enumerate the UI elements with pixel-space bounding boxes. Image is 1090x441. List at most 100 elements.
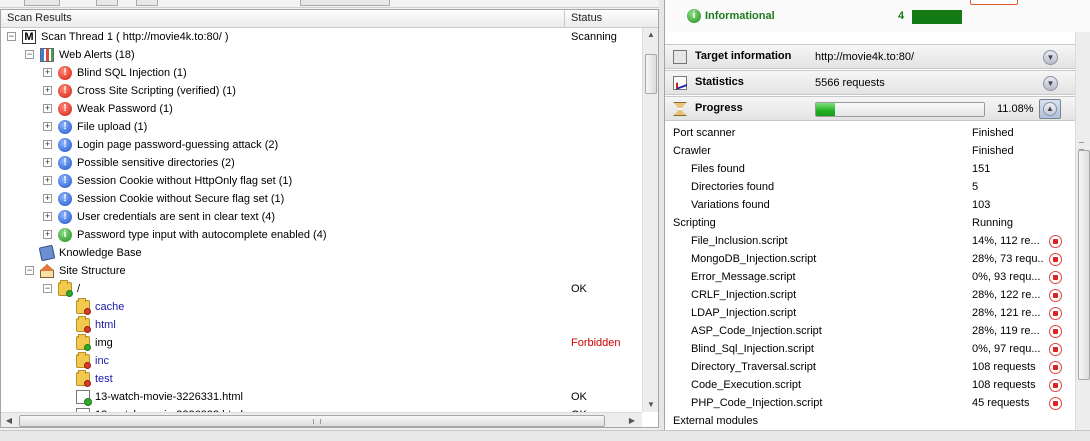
detail-value: 0%, 93 requ... bbox=[972, 271, 1041, 283]
stop-script-icon[interactable] bbox=[1049, 253, 1062, 266]
stop-script-icon[interactable] bbox=[1049, 235, 1062, 248]
tree-row[interactable]: +! Login page password-guessing attack (2… bbox=[1, 136, 641, 154]
scroll-down-icon[interactable]: ▼ bbox=[646, 400, 656, 410]
detail-row: PHP_Code_Injection.script 45 requests bbox=[665, 394, 1073, 412]
detail-name: Directory_Traversal.script bbox=[691, 361, 816, 373]
stop-script-icon[interactable] bbox=[1049, 343, 1062, 356]
tree-node-label: Login page password-guessing attack (2) bbox=[77, 139, 279, 151]
tree-row[interactable]: cache bbox=[1, 298, 641, 316]
expand-icon[interactable]: + bbox=[43, 140, 52, 149]
low-severity-icon: ! bbox=[58, 156, 72, 170]
section-title: Target information bbox=[695, 50, 792, 62]
collapse-icon[interactable]: − bbox=[25, 266, 34, 275]
tree-row[interactable]: Knowledge Base bbox=[1, 244, 641, 262]
column-header-status[interactable]: Status bbox=[565, 10, 643, 27]
detail-name: Code_Execution.script bbox=[691, 379, 802, 391]
tree-row[interactable]: +! File upload (1) bbox=[1, 118, 641, 136]
detail-row: Directories found 5 bbox=[665, 178, 1073, 196]
collapse-icon[interactable]: − bbox=[7, 32, 16, 41]
tree-row[interactable]: + i Password type input with autocomplete … bbox=[1, 226, 641, 244]
expand-icon[interactable]: + bbox=[43, 212, 52, 221]
statistics-section[interactable]: Statistics 5566 requests ▼ bbox=[665, 70, 1075, 95]
detail-name: LDAP_Injection.script bbox=[691, 307, 797, 319]
collapse-button[interactable]: ▲ bbox=[1039, 99, 1061, 119]
detail-row: LDAP_Injection.script 28%, 121 re... bbox=[665, 304, 1073, 322]
expand-icon[interactable]: + bbox=[43, 158, 52, 167]
detail-value: 28%, 122 re... bbox=[972, 289, 1041, 301]
detail-value: 28%, 119 re... bbox=[972, 325, 1040, 337]
collapse-icon[interactable]: − bbox=[43, 284, 52, 293]
tree-row[interactable]: +! Weak Password (1) bbox=[1, 100, 641, 118]
column-header-scan-results[interactable]: Scan Results bbox=[1, 10, 565, 27]
expand-icon[interactable]: + bbox=[43, 86, 52, 95]
scrollbar-thumb[interactable] bbox=[1078, 150, 1090, 380]
scroll-left-icon[interactable]: ◀ bbox=[4, 416, 14, 426]
expand-chevron-icon[interactable]: ▼ bbox=[1043, 76, 1058, 91]
tree-node-status: Forbidden bbox=[571, 337, 621, 349]
stop-script-icon[interactable] bbox=[1049, 379, 1062, 392]
target-information-section[interactable]: Target information http://movie4k.to:80/… bbox=[665, 44, 1075, 69]
web-alerts-icon bbox=[40, 48, 54, 62]
detail-row: External modules bbox=[665, 412, 1073, 430]
vertical-scrollbar[interactable]: ▲ ▼ bbox=[642, 28, 658, 412]
acunetix-logo-icon: M bbox=[22, 30, 36, 44]
tree-row[interactable]: +! User credentials are sent in clear tex… bbox=[1, 208, 641, 226]
tree-node-label: / bbox=[77, 283, 81, 295]
tree-row[interactable]: +! Cross Site Scripting (verified) (1) bbox=[1, 82, 641, 100]
low-severity-icon: ! bbox=[58, 138, 72, 152]
stop-script-icon[interactable] bbox=[1049, 307, 1062, 320]
scroll-right-icon[interactable]: ▶ bbox=[627, 416, 637, 426]
expand-icon[interactable]: + bbox=[43, 122, 52, 131]
expand-icon[interactable]: + bbox=[43, 176, 52, 185]
scroll-up-icon[interactable]: ▲ bbox=[646, 30, 656, 40]
tree-row[interactable]: − / OK bbox=[1, 280, 641, 298]
tree-row[interactable]: inc bbox=[1, 352, 641, 370]
tree-row[interactable]: +! Blind SQL Injection (1) bbox=[1, 64, 641, 82]
tree-row[interactable]: test bbox=[1, 370, 641, 388]
folder-error-icon bbox=[76, 352, 91, 369]
progress-percent: 11.08% bbox=[997, 103, 1034, 115]
tree-row[interactable]: html bbox=[1, 316, 641, 334]
stop-script-icon[interactable] bbox=[1049, 361, 1062, 374]
detail-name: Files found bbox=[691, 163, 745, 175]
stop-scan-button[interactable] bbox=[970, 0, 1018, 5]
scrollbar-thumb[interactable] bbox=[645, 54, 657, 94]
detail-name: CRLF_Injection.script bbox=[691, 289, 797, 301]
stop-script-icon[interactable] bbox=[1049, 397, 1062, 410]
expand-icon[interactable]: + bbox=[43, 104, 52, 113]
tree-row[interactable]: − Site Structure bbox=[1, 262, 641, 280]
tree-row[interactable]: +! Session Cookie without Secure flag set… bbox=[1, 190, 641, 208]
folder-ok-icon bbox=[58, 280, 73, 297]
stop-script-icon[interactable] bbox=[1049, 271, 1062, 284]
expand-icon[interactable]: + bbox=[43, 68, 52, 77]
detail-row: Code_Execution.script 108 requests bbox=[665, 376, 1073, 394]
tree-row[interactable]: − M Scan Thread 1 ( http://movie4k.to:80/ … bbox=[1, 28, 641, 46]
expand-icon[interactable]: + bbox=[43, 230, 52, 239]
right-vertical-scrollbar[interactable] bbox=[1075, 32, 1090, 430]
detail-value: 14%, 112 re... bbox=[972, 235, 1040, 247]
scan-results-tree: − M Scan Thread 1 ( http://movie4k.to:80/ … bbox=[1, 28, 641, 412]
collapse-icon[interactable]: − bbox=[25, 50, 34, 59]
collapse-chevron-icon: ▲ bbox=[1043, 102, 1057, 116]
expand-icon[interactable]: + bbox=[43, 194, 52, 203]
detail-row: Files found 151 bbox=[665, 160, 1073, 178]
detail-row: Directory_Traversal.script 108 requests bbox=[665, 358, 1073, 376]
tree-row[interactable]: img Forbidden bbox=[1, 334, 641, 352]
tree-row[interactable]: 13-watch-movie-3226331.html OK bbox=[1, 388, 641, 406]
progress-section[interactable]: Progress 11.08% ▲ bbox=[665, 96, 1075, 121]
detail-value: 108 requests bbox=[972, 361, 1036, 373]
tree-node-label: Knowledge Base bbox=[59, 247, 142, 259]
stop-script-icon[interactable] bbox=[1049, 289, 1062, 302]
expand-chevron-icon[interactable]: ▼ bbox=[1043, 50, 1058, 65]
stop-script-icon[interactable] bbox=[1049, 325, 1062, 338]
scrollbar-thumb[interactable] bbox=[19, 415, 605, 427]
tree-row[interactable]: +! Session Cookie without HttpOnly flag s… bbox=[1, 172, 641, 190]
tree-row[interactable]: +! Possible sensitive directories (2) bbox=[1, 154, 641, 172]
tree-node-label: Session Cookie without HttpOnly flag set… bbox=[77, 175, 293, 187]
detail-value: 0%, 97 requ... bbox=[972, 343, 1041, 355]
detail-name: Directories found bbox=[691, 181, 775, 193]
detail-name: MongoDB_Injection.script bbox=[691, 253, 817, 265]
horizontal-scrollbar[interactable]: ◀ ▶ bbox=[1, 412, 642, 427]
progress-fill bbox=[816, 103, 835, 116]
tree-row[interactable]: − Web Alerts (18) bbox=[1, 46, 641, 64]
